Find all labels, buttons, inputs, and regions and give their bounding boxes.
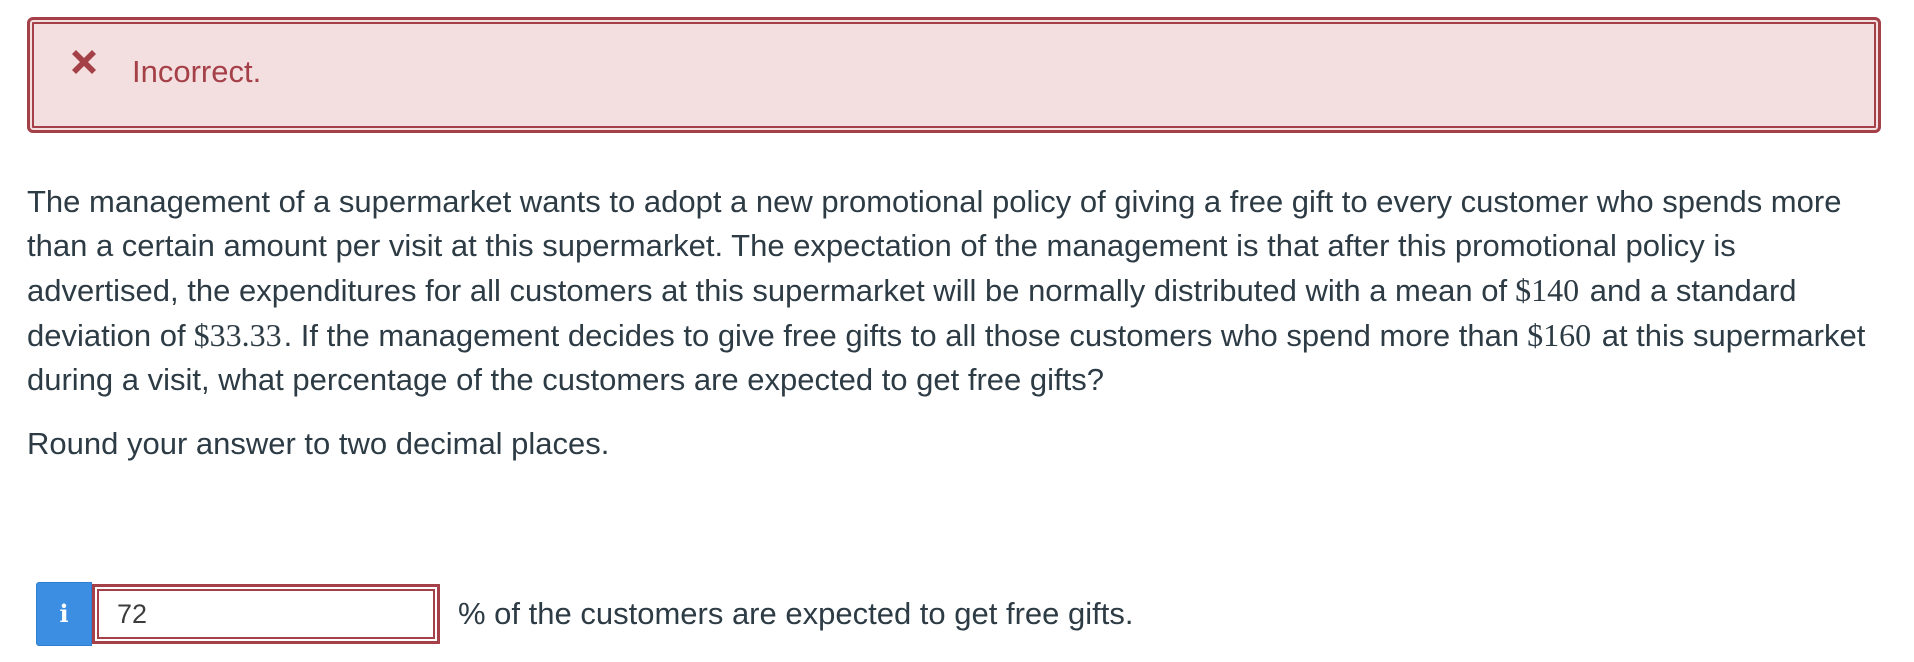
rounding-instruction: Round your answer to two decimal places. <box>27 426 610 461</box>
question-text-part-3: . If the management decides to give free… <box>283 318 1520 353</box>
info-button[interactable]: i <box>36 582 92 646</box>
question-text: The management of a supermarket wants to… <box>27 180 1887 402</box>
std-dev-value: $33.33 <box>193 317 282 353</box>
threshold-value: $160 <box>1527 317 1592 353</box>
close-icon <box>72 50 96 74</box>
answer-suffix: % of the customers are expected to get f… <box>458 596 1134 631</box>
feedback-alert: Incorrect. <box>27 17 1881 133</box>
answer-input[interactable] <box>92 584 440 644</box>
info-icon: i <box>59 599 69 628</box>
mean-value: $140 <box>1515 272 1580 308</box>
feedback-status: Incorrect. <box>132 54 262 89</box>
